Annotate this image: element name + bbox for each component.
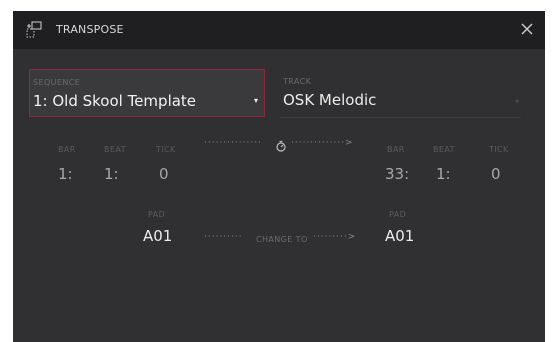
chevron-down-icon: ▾ [514,97,519,106]
sequence-value: 1: Old Skool Template [33,92,197,110]
close-icon [521,23,533,35]
pad-to-label: PAD [389,210,407,219]
start-tick-field[interactable]: 0 [159,165,169,183]
pad-from-field[interactable]: A01 [143,227,172,245]
change-to-label: CHANGE TO [256,235,308,244]
start-tick-label: TICK [156,145,176,154]
start-bar-field[interactable]: 1: [58,165,73,183]
close-button[interactable] [515,17,539,41]
transpose-dialog: TRANSPOSE SEQUENCE 1: Old Skool Template… [13,11,545,342]
start-beat-label: BEAT [104,145,126,154]
timer-icon [275,137,287,152]
range-connector-right: ··············> [291,138,354,148]
end-bar-field[interactable]: 33: [385,165,409,183]
pad-from-label: PAD [148,210,166,219]
track-value: OSK Melodic [283,91,377,109]
track-dropdown[interactable]: TRACK OSK Melodic ▾ [280,69,521,118]
end-bar-label: BAR [387,145,405,154]
end-beat-label: BEAT [433,145,455,154]
title-bar: TRANSPOSE [13,11,545,49]
pad-to-field[interactable]: A01 [385,227,414,245]
change-connector-right: ·········> [313,232,357,242]
chevron-down-icon: ▾ [253,96,258,105]
dialog-title: TRANSPOSE [56,23,124,36]
range-connector-left: ··············· [204,138,262,148]
start-beat-field[interactable]: 1: [104,165,119,183]
end-beat-field[interactable]: 1: [436,165,451,183]
end-tick-field[interactable]: 0 [491,165,501,183]
sequence-dropdown[interactable]: SEQUENCE 1: Old Skool Template ▾ [29,69,265,117]
end-tick-label: TICK [489,145,509,154]
change-connector-left: ·········· [204,232,243,242]
track-label: TRACK [283,77,312,86]
start-bar-label: BAR [58,145,76,154]
sequence-label: SEQUENCE [33,78,81,87]
transpose-icon [25,20,45,40]
